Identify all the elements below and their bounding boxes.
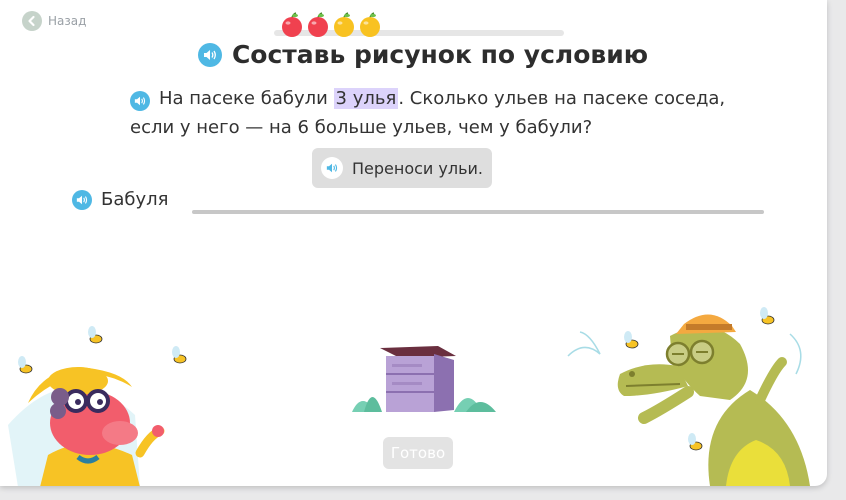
grandma-speaker-icon[interactable] — [72, 189, 92, 210]
task-card: Назад Составь рисунок по условию На пасе… — [0, 0, 827, 486]
done-button[interactable]: Готово — [383, 437, 453, 469]
dragon-beekeeper-illustration — [8, 326, 187, 486]
apple-yellow-icon — [334, 12, 354, 37]
grandma-drop-zone[interactable] — [192, 210, 764, 214]
back-button[interactable]: Назад — [22, 11, 86, 31]
apple-yellow-icon — [360, 12, 380, 37]
grandma-row: Бабуля — [72, 189, 168, 210]
back-label: Назад — [48, 14, 87, 28]
task-text: На пасеке бабули 3 улья. Сколько ульев н… — [130, 84, 730, 142]
grandma-label: Бабуля — [101, 189, 169, 210]
hint-button[interactable]: Переноси ульи. — [312, 148, 492, 188]
task-text-before: На пасеке бабули — [159, 88, 334, 109]
title-speaker-icon[interactable] — [197, 42, 222, 67]
page-title: Составь рисунок по условию — [231, 40, 649, 69]
done-label: Готово — [390, 444, 446, 462]
apple-red-icon — [308, 12, 328, 37]
hint-label: Переноси ульи. — [351, 158, 483, 178]
progress-bar — [274, 12, 564, 38]
crocodile-illustration — [567, 307, 810, 486]
beehive-draggable[interactable] — [350, 340, 500, 418]
title-row: Составь рисунок по условию — [0, 40, 827, 69]
hint-speaker-icon — [320, 157, 343, 179]
task-highlight: 3 улья — [333, 88, 399, 109]
task-speaker-icon[interactable] — [130, 91, 150, 111]
back-arrow-icon — [22, 11, 42, 31]
apple-red-icon — [282, 12, 302, 37]
